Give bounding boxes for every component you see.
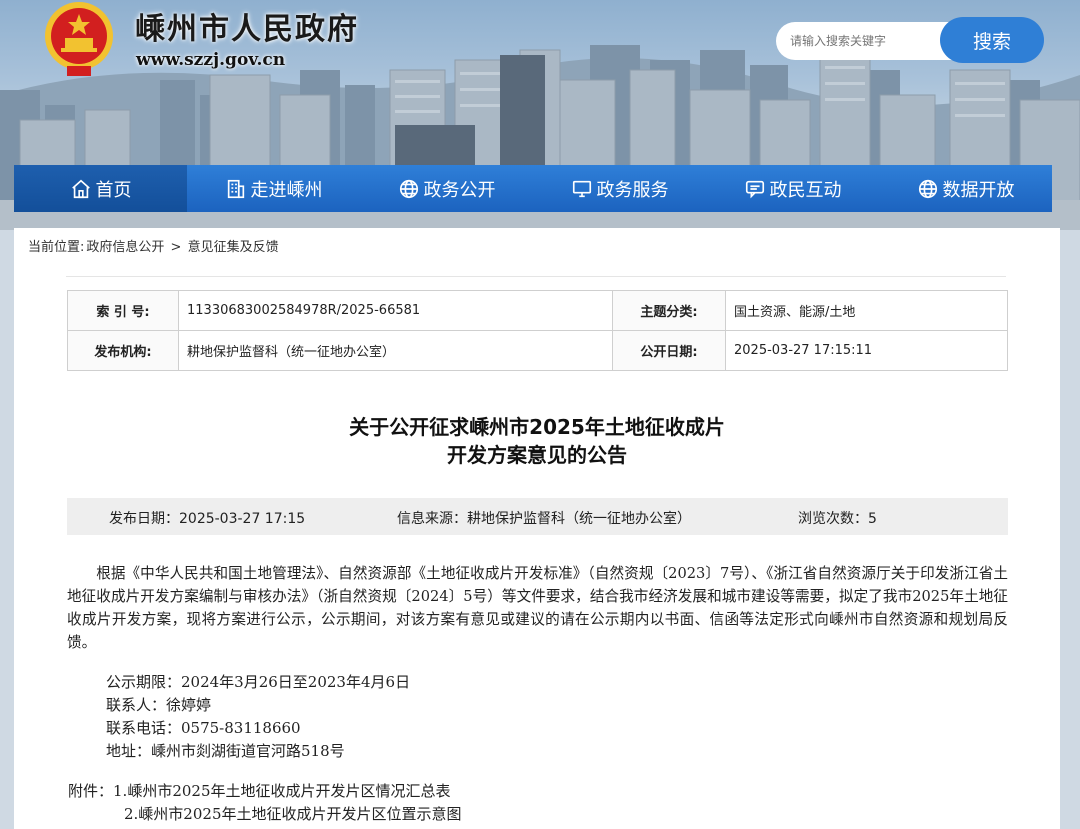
contact-block: 公示期限：2024年3月26日至2023年4月6日 联系人：徐婷婷 联系电话：0…: [106, 671, 410, 763]
nav-item-about[interactable]: 走进嵊州: [187, 165, 360, 212]
nav-item-gov-info[interactable]: 政务公开: [360, 165, 533, 212]
search-input[interactable]: [776, 22, 956, 60]
view-count: 浏览次数：5: [798, 511, 877, 527]
nav-item-gov-service[interactable]: 政务服务: [533, 165, 706, 212]
globe-icon: [918, 179, 937, 198]
nav-item-interaction[interactable]: 政民互动: [706, 165, 879, 212]
attachments-label: 附件：: [68, 782, 114, 800]
national-emblem-icon: [45, 2, 113, 76]
header-banner: 嵊州市人民政府 www.szzj.gov.cn 搜索 首页 走进嵊州 政务公开: [0, 0, 1080, 230]
date-value: 2025-03-27 17:15:11: [725, 330, 1008, 371]
nav-item-label: 数据开放: [942, 179, 1015, 201]
breadcrumb-item-gov-info[interactable]: 政府信息公开: [86, 240, 164, 255]
table-row: 索 引 号: 11330683002584978R/2025-66581 主题分…: [67, 290, 1008, 331]
nav-item-label: 政民互动: [769, 179, 842, 201]
article-body: 根据《中华人民共和国土地管理法》、自然资源部《土地征收成片开发标准》（自然资规〔…: [67, 562, 1008, 654]
contact-phone: 联系电话：0575-83118660: [106, 719, 301, 737]
nav-item-label: 政务服务: [596, 179, 669, 201]
search-button[interactable]: 搜索: [940, 17, 1044, 63]
contact-address: 地址：嵊州市剡湖街道官河路518号: [106, 742, 345, 760]
site-url[interactable]: www.szzj.gov.cn: [136, 50, 285, 70]
title-line-1: 关于公开征求嵊州市2025年土地征收成片: [349, 415, 725, 439]
org-label: 发布机构:: [67, 330, 179, 371]
info-source: 信息来源：耕地保护监督科（统一征地办公室）: [397, 511, 691, 527]
notice-period: 公示期限：2024年3月26日至2023年4月6日: [106, 673, 411, 691]
site-title: 嵊州市人民政府: [135, 12, 359, 47]
attachments: 附件：1.嵊州市2025年土地征收成片开发片区情况汇总表 2.嵊州市2025年土…: [68, 780, 462, 826]
page-title: 关于公开征求嵊州市2025年土地征收成片 开发方案意见的公告: [14, 413, 1060, 469]
breadcrumb-prefix: 当前位置:: [28, 240, 85, 255]
attachment-link-2[interactable]: 2.嵊州市2025年土地征收成片开发片区位置示意图: [124, 805, 462, 823]
monitor-icon: [572, 180, 591, 197]
content-panel: 当前位置: 政府信息公开 > 意见征集及反馈 索 引 号: 11330683002…: [14, 228, 1060, 829]
org-value: 耕地保护监督科（统一征地办公室）: [178, 330, 613, 371]
divider: [66, 276, 1006, 277]
nav-item-open-data[interactable]: 数据开放: [879, 165, 1052, 212]
table-row: 发布机构: 耕地保护监督科（统一征地办公室） 公开日期: 2025-03-27 …: [67, 330, 1008, 371]
nav-item-label: 走进嵊州: [250, 179, 323, 201]
breadcrumb-separator: >: [170, 240, 182, 255]
topic-value: 国土资源、能源/土地: [725, 290, 1008, 331]
main-nav: 首页 走进嵊州 政务公开 政务服务 政民互动 数据开放: [14, 165, 1052, 212]
nav-item-label: 政务公开: [423, 179, 496, 201]
globe-icon: [399, 179, 418, 198]
breadcrumb-item-feedback[interactable]: 意见征集及反馈: [188, 240, 279, 255]
contact-person: 联系人：徐婷婷: [106, 696, 212, 714]
home-icon: [71, 179, 90, 198]
index-value: 11330683002584978R/2025-66581: [178, 290, 613, 331]
publish-date: 发布日期：2025-03-27 17:15: [109, 511, 306, 527]
building-icon: [227, 179, 244, 198]
date-label: 公开日期:: [612, 330, 726, 371]
index-label: 索 引 号:: [67, 290, 179, 331]
nav-item-home[interactable]: 首页: [14, 165, 187, 212]
title-line-2: 开发方案意见的公告: [447, 443, 627, 467]
nav-item-label: 首页: [95, 179, 132, 201]
article-info-bar: 发布日期：2025-03-27 17:15 信息来源：耕地保护监督科（统一征地办…: [67, 498, 1008, 535]
meta-table: 索 引 号: 11330683002584978R/2025-66581 主题分…: [67, 290, 1008, 371]
body-paragraph: 根据《中华人民共和国土地管理法》、自然资源部《土地征收成片开发标准》（自然资规〔…: [67, 565, 1008, 651]
topic-label: 主题分类:: [612, 290, 726, 331]
attachment-link-1[interactable]: 1.嵊州市2025年土地征收成片开发片区情况汇总表: [113, 782, 451, 800]
breadcrumb: 当前位置: 政府信息公开 > 意见征集及反馈: [28, 236, 281, 255]
chat-icon: [745, 180, 764, 198]
